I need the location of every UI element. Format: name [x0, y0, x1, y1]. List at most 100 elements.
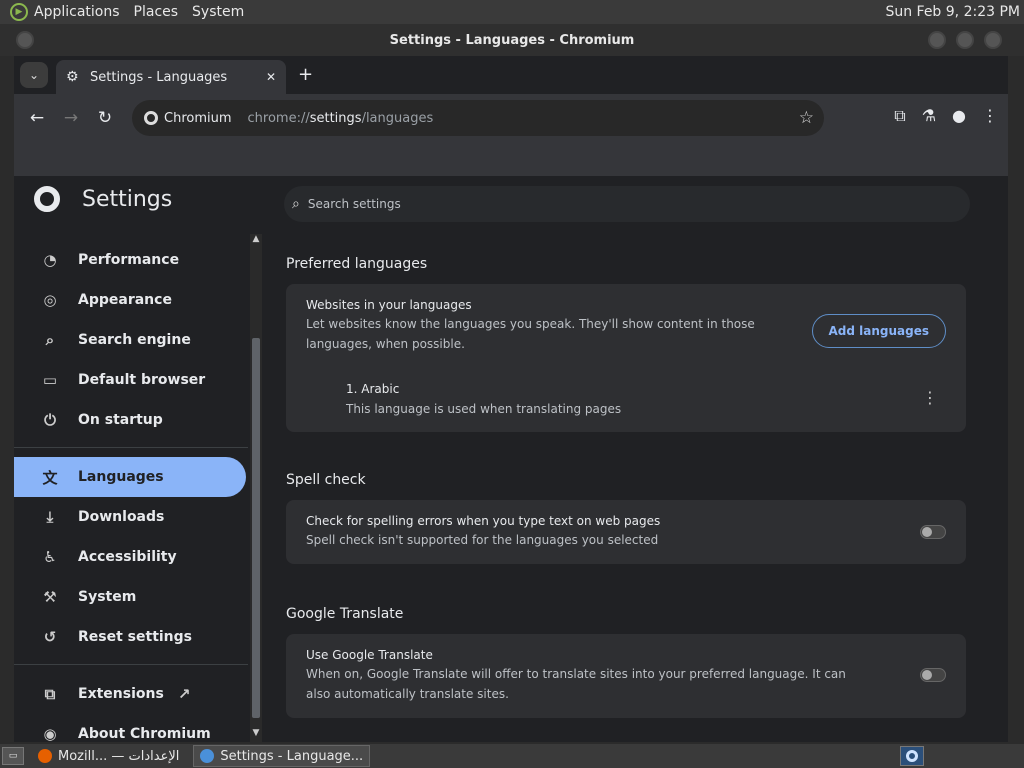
sidebar-item-extensions[interactable]: ⧉ Extensions ↗ [14, 674, 246, 714]
sidebar-divider [14, 447, 248, 448]
settings-page: Settings ⌕ Search settings ◔ Performance … [14, 176, 1008, 742]
address-bar[interactable]: Chromium chrome://settings/languages ☆ [132, 100, 824, 136]
tab-strip: ⌄ ⚙ Settings - Languages ✕ + [14, 56, 1008, 94]
google-translate-toggle[interactable] [920, 668, 946, 682]
spell-check-card: Check for spelling errors when you type … [286, 500, 966, 564]
preferred-languages-card: Websites in your languages Let websites … [286, 284, 966, 432]
sidebar-item-default-browser[interactable]: ▭ Default browser [14, 360, 246, 400]
settings-sidebar: ◔ Performance ◎ Appearance ⌕ Search engine … [14, 234, 264, 742]
chromium-icon [200, 749, 215, 763]
gauge-icon: ◔ [43, 251, 57, 269]
sidebar-item-system[interactable]: ⚒ System [14, 577, 246, 617]
reload-button[interactable]: ↻ [88, 108, 122, 128]
sidebar-item-accessibility[interactable]: ♿ Accessibility [14, 537, 246, 577]
desktop-taskbar: ▭ Mozill... — الإعدادات Settings - Langu… [0, 744, 1024, 768]
add-languages-button[interactable]: Add languages [811, 314, 946, 348]
search-settings-input[interactable]: ⌕ Search settings [284, 186, 970, 222]
labs-flask-icon[interactable]: ⚗ [922, 106, 936, 126]
places-menu[interactable]: Places [134, 4, 179, 20]
chromium-icon [144, 111, 158, 125]
sidebar-item-about-chromium[interactable]: ◉ About Chromium [14, 714, 246, 742]
section-title-google-translate: Google Translate [286, 606, 404, 622]
external-link-icon: ↗ [177, 685, 191, 703]
distro-logo-icon[interactable]: ▶ [10, 3, 28, 21]
chromium-icon: ◉ [43, 725, 57, 742]
power-icon: ⏻ [44, 411, 56, 429]
extensions-puzzle-icon[interactable]: ⧉ [894, 106, 905, 126]
scroll-down-icon[interactable]: ▼ [251, 728, 261, 740]
toggle-knob [922, 527, 932, 537]
taskbar-item-firefox[interactable]: Mozill... — الإعدادات [32, 745, 185, 767]
tab-search-button[interactable]: ⌄ [20, 62, 48, 88]
show-desktop-icon[interactable]: ▭ [2, 747, 24, 765]
sidebar-item-search-engine[interactable]: ⌕ Search engine [14, 320, 246, 360]
window-menu-button[interactable] [16, 31, 34, 49]
taskbar-item-chromium[interactable]: Settings - Language... [193, 745, 371, 767]
google-translate-description: When on, Google Translate will offer to … [306, 667, 846, 701]
browser-toolbar: ← → ↻ Chromium chrome://settings/languag… [14, 94, 1008, 142]
firefox-icon [38, 749, 52, 763]
sidebar-item-appearance[interactable]: ◎ Appearance [14, 280, 246, 320]
sidebar-item-languages[interactable]: 文 Languages [14, 457, 246, 497]
language-name: 1. Arabic [346, 382, 400, 396]
wrench-icon: ⚒ [43, 588, 57, 606]
section-title-preferred-languages: Preferred languages [286, 256, 428, 272]
websites-languages-title: Websites in your languages [306, 298, 472, 312]
back-button[interactable]: ← [20, 108, 54, 128]
close-tab-icon[interactable]: ✕ [266, 70, 276, 84]
websites-languages-description: Let websites know the languages you spea… [306, 317, 755, 351]
close-window-button[interactable] [984, 31, 1002, 49]
profile-avatar-icon[interactable]: ● [952, 106, 966, 126]
section-title-spell-check: Spell check [286, 472, 366, 488]
spell-check-title: Check for spelling errors when you type … [306, 514, 661, 528]
download-icon: ⤓ [46, 508, 54, 526]
window-titlebar: Settings - Languages - Chromium [0, 24, 1024, 56]
sidebar-item-on-startup[interactable]: ⏻ On startup [14, 400, 246, 440]
accessibility-icon: ♿ [43, 548, 57, 566]
scrollbar-thumb[interactable] [252, 338, 260, 718]
panel-clock[interactable]: Sun Feb 9, 2:23 PM [885, 4, 1020, 20]
site-chip[interactable]: Chromium [144, 111, 232, 126]
chromium-logo-icon [34, 186, 60, 212]
translate-icon: 文 [42, 468, 58, 487]
forward-button[interactable]: → [54, 108, 88, 128]
scroll-up-icon[interactable]: ▲ [251, 234, 261, 246]
url-text[interactable]: chrome://settings/languages [248, 111, 434, 126]
search-icon: ⌕ [292, 196, 300, 212]
sidebar-item-downloads[interactable]: ⤓ Downloads [14, 497, 246, 537]
site-chip-label: Chromium [164, 110, 232, 126]
window-title: Settings - Languages - Chromium [389, 32, 635, 48]
google-translate-card: Use Google Translate When on, Google Tra… [286, 634, 966, 718]
more-menu-icon[interactable]: ⋮ [982, 106, 998, 126]
palette-icon: ◎ [43, 291, 57, 309]
applications-menu[interactable]: Applications [34, 4, 120, 20]
use-google-translate-title: Use Google Translate [306, 648, 433, 662]
gear-icon: ⚙ [66, 69, 79, 85]
toolbar-actions: ⧉ ⚗ ● ⋮ [894, 106, 998, 126]
page-title: Settings [82, 186, 173, 212]
spell-check-toggle[interactable] [920, 525, 946, 539]
browser-icon: ▭ [42, 371, 58, 389]
system-menu[interactable]: System [192, 4, 244, 20]
spell-check-description: Spell check isn't supported for the lang… [306, 533, 659, 547]
toggle-knob [922, 670, 932, 680]
puzzle-icon: ⧉ [44, 685, 56, 703]
sidebar-item-reset-settings[interactable]: ↺ Reset settings [14, 617, 246, 657]
bookmark-star-icon[interactable]: ☆ [799, 108, 814, 128]
language-more-icon[interactable]: ⋮ [922, 388, 938, 407]
tab-settings[interactable]: ⚙ Settings - Languages ✕ [56, 60, 286, 94]
settings-header: Settings [34, 186, 172, 212]
minimize-button[interactable] [928, 31, 946, 49]
language-description: This language is used when translating p… [346, 402, 622, 416]
bookmarks-bar [14, 142, 1008, 176]
sidebar-scrollbar[interactable]: ▲ ▼ [250, 234, 262, 742]
tray-chromium-icon[interactable] [900, 746, 924, 766]
desktop-top-panel: ▶ Applications Places System Sun Feb 9, … [0, 0, 1024, 24]
new-tab-button[interactable]: + [298, 64, 313, 85]
plus-icon: + [298, 64, 314, 85]
maximize-button[interactable] [956, 31, 974, 49]
sidebar-divider [14, 664, 248, 665]
tab-title: Settings - Languages [90, 69, 228, 85]
chevron-down-icon: ⌄ [28, 68, 40, 82]
sidebar-item-performance[interactable]: ◔ Performance [14, 240, 246, 280]
